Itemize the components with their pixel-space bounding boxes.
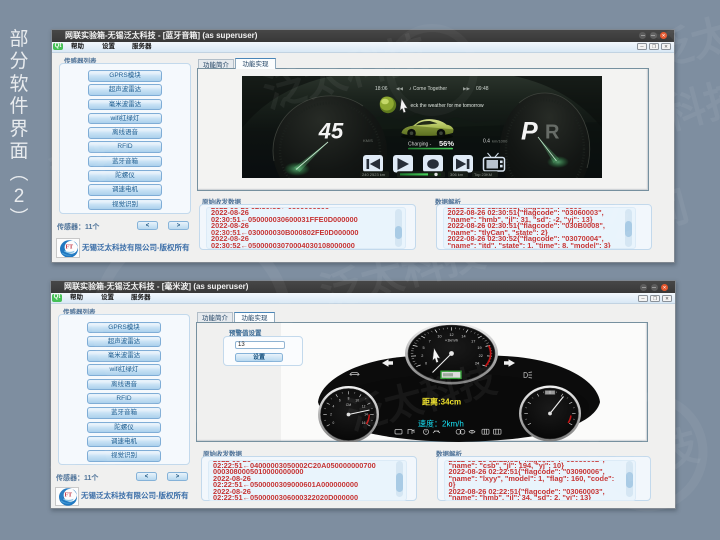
svg-text:14: 14 xyxy=(461,335,465,339)
svg-text:17: 17 xyxy=(471,339,475,343)
svg-text:16: 16 xyxy=(362,421,366,425)
svg-text:0: 0 xyxy=(425,362,427,366)
svg-text:56%: 56% xyxy=(439,139,454,148)
svg-text:CM: CM xyxy=(346,403,352,407)
svg-text:5: 5 xyxy=(422,346,424,350)
svg-text:×1km/h: ×1km/h xyxy=(445,338,458,343)
svg-text:♪ Come Together: ♪ Come Together xyxy=(409,86,447,92)
svg-text:8: 8 xyxy=(348,397,350,401)
svg-text:▶▶: ▶▶ xyxy=(463,86,470,91)
svg-text:速度：2km/h: 速度：2km/h xyxy=(418,419,464,429)
svg-text:eck the weather for me tomorro: eck the weather for me tomorrow xyxy=(411,103,484,109)
svg-text:P: P xyxy=(521,117,538,145)
svg-text:19: 19 xyxy=(477,346,481,350)
svg-text:09:48: 09:48 xyxy=(476,86,489,92)
svg-text:KM/S: KM/S xyxy=(363,138,373,143)
svg-text:FT: FT xyxy=(64,493,72,499)
svg-text:306 km: 306 km xyxy=(450,172,464,177)
svg-text:2: 2 xyxy=(421,354,423,358)
svg-text:0.4: 0.4 xyxy=(483,138,490,144)
svg-text:18:06: 18:06 xyxy=(375,86,388,92)
svg-text:Charging -: Charging - xyxy=(408,141,432,147)
svg-text:◀◀: ◀◀ xyxy=(396,86,403,91)
svg-text:km/1000: km/1000 xyxy=(492,138,508,143)
svg-text:距离:34cm: 距离:34cm xyxy=(422,397,461,407)
svg-text:4: 4 xyxy=(333,405,335,409)
svg-text:14: 14 xyxy=(364,413,368,417)
svg-text:10: 10 xyxy=(355,399,359,403)
svg-text:R: R xyxy=(545,121,560,143)
svg-text:Top 23KM: Top 23KM xyxy=(474,172,492,177)
svg-text:6: 6 xyxy=(339,399,341,403)
svg-text:24: 24 xyxy=(475,361,479,365)
svg-text:22: 22 xyxy=(479,354,483,358)
svg-text:45: 45 xyxy=(318,118,344,143)
svg-text:FT: FT xyxy=(65,244,73,250)
svg-text:7: 7 xyxy=(429,339,431,343)
svg-text:2: 2 xyxy=(330,413,332,417)
svg-text:240 2523 km: 240 2523 km xyxy=(362,172,386,177)
svg-text:0: 0 xyxy=(333,421,335,425)
svg-text:10: 10 xyxy=(437,335,441,339)
svg-text:12: 12 xyxy=(362,405,366,409)
svg-text:12: 12 xyxy=(449,333,453,337)
